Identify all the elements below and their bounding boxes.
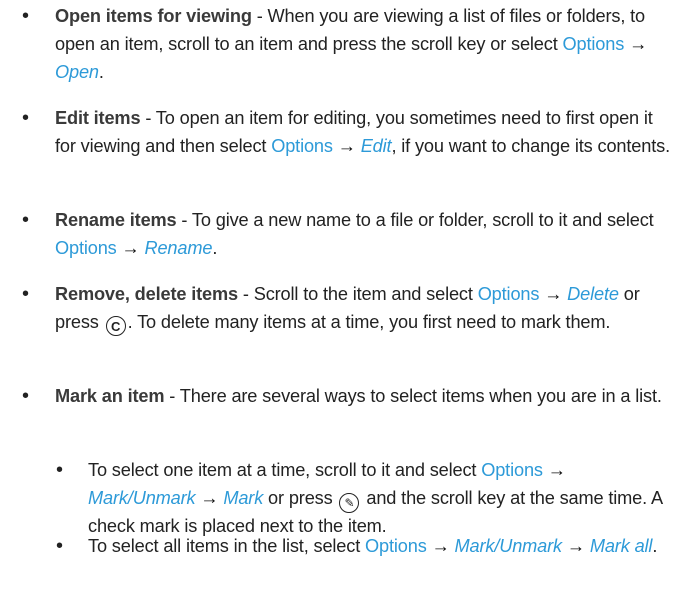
item-text: - To give a new name to a file or folder…: [176, 210, 654, 230]
bullet: •: [22, 209, 30, 231]
item-text-end: .: [652, 536, 658, 556]
item-text-end: . To delete many items at a time, you fi…: [127, 312, 611, 332]
term-label: Rename items: [55, 210, 177, 230]
option-edit: Edit: [360, 136, 392, 156]
option-mark-all: Mark all: [589, 536, 653, 556]
item-text: or press: [263, 488, 338, 508]
item-text: To select one item at a time, scroll to …: [88, 460, 482, 480]
term-label: Edit items: [55, 108, 141, 128]
arrow-icon: →: [562, 536, 590, 556]
option-rename: Rename: [144, 238, 213, 258]
option-delete: Delete: [567, 284, 619, 304]
term-label: Mark an item: [55, 386, 165, 406]
bullet: •: [22, 385, 30, 407]
option-mark-unmark: Mark/Unmark: [88, 488, 196, 508]
menu-options-link: Options: [365, 536, 427, 556]
menu-options-link: Options: [481, 460, 543, 480]
sub-item-mark-all: To select all items in the list, select …: [88, 532, 678, 560]
arrow-icon: →: [426, 536, 455, 556]
item-text-end: .: [212, 238, 218, 258]
arrow-icon: →: [116, 238, 145, 258]
clear-key-icon: C: [105, 316, 126, 336]
menu-options-link: Options: [55, 238, 117, 258]
arrow-icon: →: [542, 460, 566, 480]
sub-bullet: •: [56, 459, 64, 481]
item-text: - There are several ways to select items…: [164, 386, 662, 406]
list-item-rename: Rename items - To give a new name to a f…: [55, 206, 677, 262]
arrow-icon: →: [624, 34, 648, 54]
edit-key-icon: ✎: [339, 493, 360, 513]
arrow-icon: →: [332, 136, 361, 156]
list-item-open: Open items for viewing - When you are vi…: [55, 2, 677, 86]
term-label: Remove, delete items: [55, 284, 238, 304]
item-text-end: .: [98, 62, 104, 82]
sub-bullet: •: [56, 535, 64, 557]
list-item-delete: Remove, delete items - Scroll to the ite…: [55, 280, 677, 336]
list-item-mark: Mark an item - There are several ways to…: [55, 382, 677, 410]
bullet: •: [22, 107, 30, 129]
term-label: Open items for viewing: [55, 6, 252, 26]
sub-item-mark-one: To select one item at a time, scroll to …: [88, 456, 678, 540]
arrow-icon: →: [195, 488, 224, 508]
list-item-edit: Edit items - To open an item for editing…: [55, 104, 677, 160]
item-text: To select all items in the list, select: [88, 536, 366, 556]
option-open: Open: [55, 62, 99, 82]
menu-options-link: Options: [271, 136, 333, 156]
option-mark: Mark: [223, 488, 264, 508]
option-mark-unmark: Mark/Unmark: [454, 536, 563, 556]
item-text-end: , if you want to change its contents.: [391, 136, 670, 156]
item-text: - Scroll to the item and select: [238, 284, 478, 304]
bullet: •: [22, 283, 30, 305]
arrow-icon: →: [539, 284, 568, 304]
menu-options-link: Options: [562, 34, 625, 54]
menu-options-link: Options: [477, 284, 540, 304]
bullet: •: [22, 5, 30, 27]
manual-page: • Open items for viewing - When you are …: [0, 0, 694, 592]
